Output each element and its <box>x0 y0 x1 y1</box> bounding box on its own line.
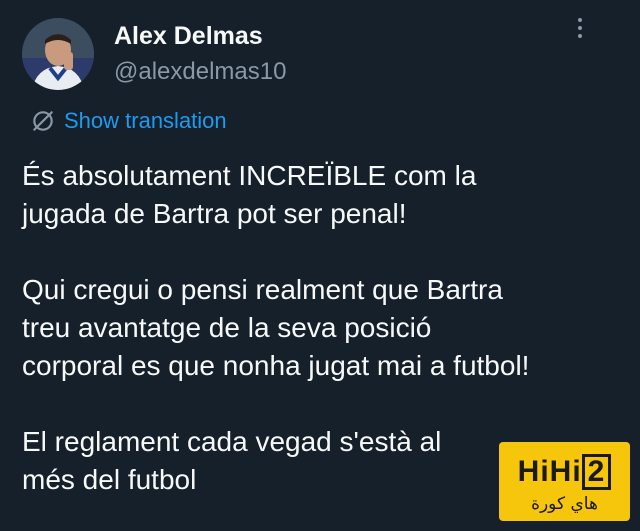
tweet-line: Qui cregui o pensi realment que Bartra <box>22 274 503 305</box>
watermark-brand-digit: 2 <box>581 454 612 490</box>
tweet-paragraph: És absolutament INCREÏBLE com la jugada … <box>22 157 632 233</box>
globe-slash-icon <box>33 111 53 131</box>
tweet-line: jugada de Bartra pot ser penal! <box>22 198 407 229</box>
watermark-arabic: هاي كورة <box>531 494 598 514</box>
watermark-brand: HiHi 2 <box>499 454 630 490</box>
dot <box>578 34 582 38</box>
tweet-line: treu avantatge de la seva posició <box>22 312 432 343</box>
avatar[interactable] <box>22 18 94 90</box>
hihi2-watermark-logo: HiHi 2 هاي كورة <box>499 442 630 521</box>
show-translation-link[interactable]: Show translation <box>30 106 227 136</box>
tweet-header: Alex Delmas @alexdelmas10 <box>22 18 622 90</box>
avatar-photo <box>22 18 94 90</box>
more-menu-icon[interactable] <box>573 18 587 46</box>
dot <box>578 18 582 22</box>
tweet-paragraph: Qui cregui o pensi realment que Bartra t… <box>22 271 632 385</box>
dot <box>578 26 582 30</box>
show-translation-label: Show translation <box>64 108 227 133</box>
author-handle[interactable]: @alexdelmas10 <box>114 58 286 86</box>
watermark-brand-prefix: HiHi <box>517 455 582 488</box>
tweet-line: corporal es que nonha jugat mai a futbol… <box>22 350 530 381</box>
author-name[interactable]: Alex Delmas <box>114 22 263 51</box>
tweet-line: És absolutament INCREÏBLE com la <box>22 160 477 191</box>
